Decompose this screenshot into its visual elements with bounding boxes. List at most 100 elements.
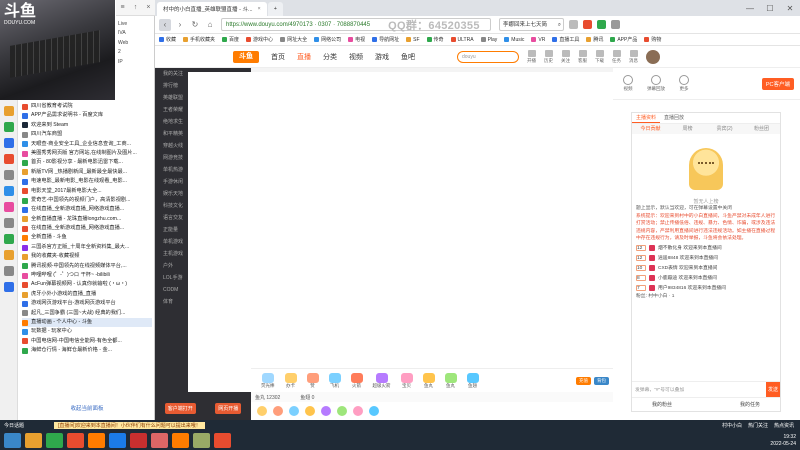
bookmark-item[interactable]: 腾讯视频-中国领先的在线视频媒体平台,... bbox=[22, 262, 152, 271]
minimize-icon[interactable]: — bbox=[740, 4, 760, 13]
bookmark-bar-item[interactable]: ULTRA bbox=[450, 37, 474, 43]
pc-client-button[interactable]: PC客户端 bbox=[761, 77, 794, 90]
taskbar-app-icon[interactable] bbox=[214, 433, 231, 448]
gift-item[interactable]: 宝贝 bbox=[400, 372, 413, 389]
bookmark-bar-item[interactable]: 网络公司 bbox=[314, 36, 341, 43]
bookmark-item[interactable]: APP产品需求说明书 - 百度文库 bbox=[22, 111, 152, 120]
bookmark-item[interactable]: 欢迎来到 Steam bbox=[22, 121, 152, 130]
taskbar-app-icon[interactable] bbox=[172, 433, 189, 448]
bookmark-item[interactable]: 全新直播直播 - 龙珠直播longzhu.com... bbox=[22, 215, 152, 224]
bookmark-item[interactable]: 海鲜仓行情 - 海鲜仓最新价格 - 金... bbox=[22, 346, 152, 355]
bookmark-item[interactable]: 美图秀秀网页版 官方网站,在线制图片及图片... bbox=[22, 149, 152, 158]
panel-tab[interactable]: 主播资料 bbox=[632, 113, 661, 123]
bookmark-item[interactable]: AcFun弹幕视频网 - 认真你就输啦 (・ω・) bbox=[22, 280, 152, 289]
refresh-icon[interactable]: ↻ bbox=[189, 19, 201, 31]
left-nav-button[interactable]: 网页开播 bbox=[215, 402, 242, 414]
my-fans-link[interactable]: 我的粉丝 bbox=[652, 401, 672, 408]
close-icon[interactable]: ✕ bbox=[780, 4, 800, 13]
app-shortcut-icon[interactable] bbox=[4, 122, 14, 132]
recharge-button[interactable]: 充值 bbox=[576, 376, 591, 385]
app-shortcut-icon[interactable] bbox=[4, 266, 14, 276]
app-shortcut-icon[interactable] bbox=[4, 106, 14, 116]
avatar[interactable] bbox=[646, 49, 660, 64]
emote-icon[interactable] bbox=[305, 406, 315, 416]
bookmark-item[interactable]: 爱奇艺-中国领先的视频门户，高清影视剧... bbox=[22, 196, 152, 205]
app-shortcut-icon[interactable] bbox=[4, 154, 14, 164]
sidebar-pre-item[interactable]: IVA bbox=[118, 29, 154, 38]
bookmark-bar-item[interactable]: 网址大全 bbox=[280, 36, 307, 43]
rank-tab[interactable]: 今日贡献 bbox=[632, 124, 669, 134]
nav-2[interactable]: 分类 bbox=[323, 52, 337, 62]
emote-icon[interactable] bbox=[321, 406, 331, 416]
new-tab-button[interactable]: + bbox=[267, 2, 283, 16]
my-task-link[interactable]: 我的任务 bbox=[740, 401, 760, 408]
taskbar-right-item[interactable]: 热点资讯 bbox=[774, 422, 794, 429]
sidebar-pre-item[interactable]: IP bbox=[118, 58, 154, 67]
emote-icon[interactable] bbox=[369, 406, 379, 416]
app-shortcut-icon[interactable] bbox=[4, 138, 14, 148]
nav-0[interactable]: 首页 bbox=[271, 52, 285, 62]
chat-input[interactable]: 发弹幕，"#"号可以叠加 bbox=[635, 386, 766, 393]
backpack-button[interactable]: 背包 bbox=[594, 376, 609, 385]
sidebar-control-icon[interactable]: ↑ bbox=[134, 4, 138, 11]
video-player-area[interactable] bbox=[188, 72, 613, 392]
bookmark-bar-item[interactable]: Play bbox=[480, 37, 497, 43]
douyu-search-input[interactable]: douyu bbox=[457, 50, 519, 63]
taskbar-app-icon[interactable] bbox=[88, 433, 105, 448]
back-icon[interactable]: ‹ bbox=[159, 18, 171, 31]
top-icon-item[interactable]: 客服 bbox=[578, 49, 587, 64]
nav-1[interactable]: 直播 bbox=[297, 52, 311, 62]
forward-icon[interactable]: › bbox=[174, 19, 186, 31]
bookmark-item[interactable]: 玩数据 - 玩家中心 bbox=[22, 327, 152, 336]
maximize-icon[interactable]: ☐ bbox=[760, 4, 780, 13]
top-icon-item[interactable]: 任务 bbox=[612, 49, 621, 64]
bookmark-bar-item[interactable]: Music bbox=[504, 37, 524, 43]
collapse-panel-link[interactable]: 收起当前面板 bbox=[22, 404, 152, 412]
bookmark-item[interactable]: 中国电信网-中国电信全能网-有色全都... bbox=[22, 337, 152, 346]
rank-tab[interactable]: 粉丝团 bbox=[743, 124, 780, 134]
app-shortcut-icon[interactable] bbox=[4, 170, 14, 180]
sidebar-control-icon[interactable]: ≡ bbox=[121, 4, 125, 11]
app-shortcut-icon[interactable] bbox=[4, 218, 14, 228]
gift-item[interactable]: 火箭 bbox=[350, 372, 363, 389]
bookmark-item[interactable]: 哔哩哔哩 (゜-゜)つロ 干杯~ -bilibili bbox=[22, 271, 152, 280]
search-box[interactable]: 李娜回来上七天简 ⌕ bbox=[499, 18, 564, 31]
bookmark-item[interactable]: 在线直播_全新游戏直播_网络游戏直播... bbox=[22, 224, 152, 233]
taskbar-app-icon[interactable] bbox=[109, 433, 126, 448]
extension-icon[interactable] bbox=[569, 20, 578, 29]
bookmark-bar-item[interactable]: 电视 bbox=[348, 36, 365, 43]
bookmark-item[interactable]: 游戏网页游戏平台-游戏网页游戏平台 bbox=[22, 299, 152, 308]
bookmark-bar-item[interactable]: SF bbox=[406, 37, 420, 43]
bookmark-bar-item[interactable]: 百度 bbox=[222, 36, 239, 43]
emote-icon[interactable] bbox=[273, 406, 283, 416]
home-icon[interactable]: ⌂ bbox=[204, 19, 216, 31]
bookmark-item[interactable]: 新版TV网 _热播剧新闻_最新最全最快最... bbox=[22, 168, 152, 177]
right-top-item[interactable]: 更多 bbox=[679, 75, 689, 92]
emote-icon[interactable] bbox=[257, 406, 267, 416]
bookmark-bar-item[interactable]: 游戏中心 bbox=[246, 36, 273, 43]
gift-item[interactable]: 赞 bbox=[306, 372, 319, 389]
nav-3[interactable]: 视频 bbox=[349, 52, 363, 62]
bookmark-item[interactable]: 虎牙小外小游戏的直播_直播 bbox=[22, 290, 152, 299]
bookmark-bar-item[interactable]: 购物 bbox=[644, 36, 661, 43]
rank-tab[interactable]: 贵宾(2) bbox=[706, 124, 743, 134]
bookmark-item[interactable]: 首页 - 80影视分享 - 最新电影迅雷下载... bbox=[22, 158, 152, 167]
app-shortcut-icon[interactable] bbox=[4, 250, 14, 260]
search-icon[interactable]: ⌕ bbox=[558, 19, 561, 30]
bookmark-item[interactable]: 全新直播 - 斗鱼 bbox=[22, 233, 152, 242]
app-shortcut-icon[interactable] bbox=[4, 186, 14, 196]
bookmark-item[interactable]: 天眼查-商业安全工具_企业信息查询_工商... bbox=[22, 140, 152, 149]
panel-tab[interactable]: 直播回放 bbox=[660, 113, 688, 123]
taskbar-right-item[interactable]: 热门关注 bbox=[748, 422, 768, 429]
bookmark-item[interactable]: 在线直播_全新游戏直播_网络游戏直播... bbox=[22, 205, 152, 214]
emote-icon[interactable] bbox=[289, 406, 299, 416]
right-top-item[interactable]: 弹幕回放 bbox=[647, 75, 665, 92]
bookmark-item[interactable]: 电速电影_最新电影_电影在线观看_电影... bbox=[22, 177, 152, 186]
gift-item[interactable]: 飞机 bbox=[328, 372, 341, 389]
tab-active[interactable]: 村中的小白直播_英雄联盟直播 - 斗... × bbox=[157, 2, 267, 16]
app-shortcut-icon[interactable] bbox=[4, 282, 14, 292]
extension-icon[interactable] bbox=[583, 20, 592, 29]
bookmark-item[interactable]: 我的收藏夹-收藏视频 bbox=[22, 252, 152, 261]
menu-icon[interactable] bbox=[611, 20, 620, 29]
sidebar-pre-item[interactable]: Live bbox=[118, 20, 154, 29]
